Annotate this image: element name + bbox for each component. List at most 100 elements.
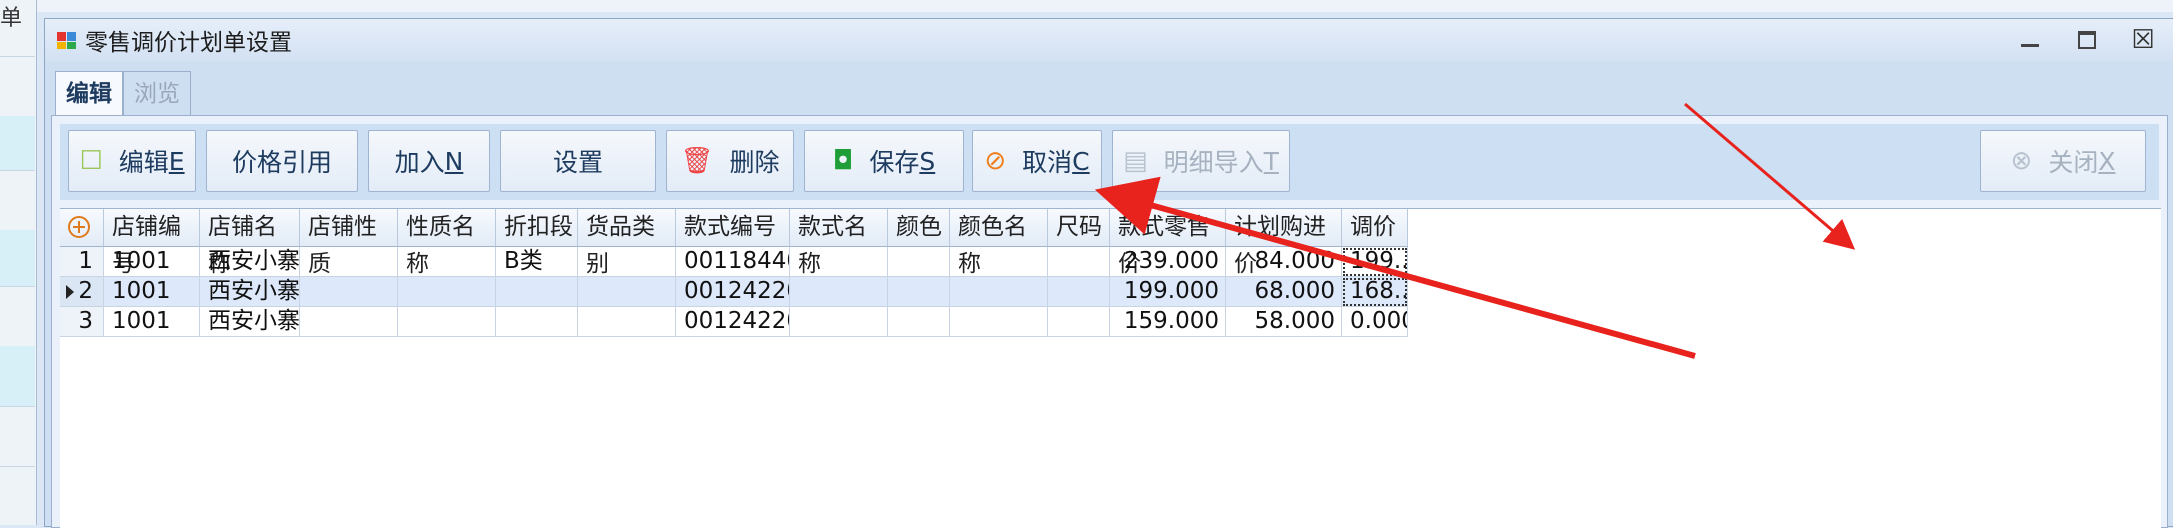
row-number[interactable]: 3 [60,307,104,337]
detail-import-label: 明细导入 [1163,148,1264,177]
column-header-store-code[interactable]: 店铺编号 [104,209,200,277]
cancel-label: 取消 [1022,148,1073,177]
cancel-button[interactable]: ⊘ 取消 C [972,130,1102,192]
cell-store-code[interactable]: 1001 [104,307,200,337]
grid-corner[interactable] [60,209,104,247]
cell-discount-band[interactable]: B类 [496,247,578,277]
cell-store-code[interactable]: 1001 [104,277,200,307]
cell-store-type[interactable] [300,307,398,337]
close-circle-icon: ⊗ [2010,146,2033,176]
add-label: 加入 [394,148,445,177]
edit-button[interactable]: ☐ 编辑 E [68,130,196,192]
cell-color[interactable] [888,307,950,337]
save-shortcut: S [919,146,936,176]
import-icon: ▤ [1123,146,1148,176]
minimize-icon[interactable] [2018,27,2044,53]
cell-price-adjust[interactable]: 0.000 [1342,307,1408,337]
cell-store-type[interactable] [300,247,398,277]
background-row [0,56,35,117]
cell-style-code[interactable]: 0011844004 [676,247,790,277]
column-header-goods-category[interactable]: 货品类别 [578,209,676,277]
edit-shortcut: E [168,146,185,176]
settings-label: 设置 [552,148,603,177]
cell-store-type[interactable] [300,277,398,307]
cell-discount-band[interactable] [496,277,578,307]
close-button[interactable]: ⊗ 关闭 X [1980,130,2146,192]
save-button[interactable]: ◘ 保存 S [804,130,964,192]
row-number[interactable]: 2 [60,277,104,307]
edit-icon: ☐ [79,146,103,176]
column-header-store-type[interactable]: 店铺性质 [300,209,398,277]
cell-retail-price[interactable]: 239.000 [1110,247,1226,277]
expand-icon[interactable] [68,216,90,238]
cell-style-code[interactable]: 0012422002 [676,307,790,337]
detail-grid: 店铺编号 店铺名称 店铺性质 性质名称 折扣段 货品类别 款式编号 款式名称 颜色 颜色名称 尺码款… [60,208,2161,528]
add-button[interactable]: 加入 N [368,130,490,192]
detail-import-button[interactable]: ▤ 明细导入 T [1112,130,1290,192]
column-header-planned-purchase-price[interactable]: 计划购进价 [1226,209,1342,277]
cell-store-code[interactable]: 1001 [104,247,200,277]
cancel-icon: ⊘ [984,146,1007,176]
row-number[interactable]: 1 [60,247,104,277]
cell-color-name[interactable] [950,247,1048,277]
background-row [0,346,35,407]
column-header-price-adjust[interactable]: 调价 [1342,209,1408,247]
column-header-type-name[interactable]: 性质名称 [398,209,496,277]
detail-import-shortcut: T [1263,146,1279,176]
cell-goods-category[interactable] [578,307,676,337]
cell-retail-price[interactable]: 199.000 [1110,277,1226,307]
column-header-color[interactable]: 颜色 [888,209,950,247]
column-header-retail-price[interactable]: 款式零售价 [1110,209,1226,277]
cell-size[interactable] [1048,247,1110,277]
cancel-shortcut: C [1072,146,1090,176]
column-header-size[interactable]: 尺码 [1048,209,1110,247]
delete-label: 删除 [729,148,780,177]
edit-label: 编辑 [118,148,169,177]
tab-edit[interactable]: 编辑 [55,71,123,116]
cell-price-adjust[interactable]: 199.... [1342,247,1408,277]
column-header-color-name[interactable]: 颜色名称 [950,209,1048,277]
cell-planned-purchase-price[interactable]: 68.000 [1226,277,1342,307]
delete-button[interactable]: 🗑 删除 [666,130,794,192]
cell-color[interactable] [888,247,950,277]
current-row-pointer-icon [66,285,74,299]
settings-button[interactable]: 设置 [500,130,656,192]
cell-store-name[interactable]: 西安小寨店 [200,247,300,277]
close-icon[interactable]: ☒ [2130,27,2156,53]
cell-planned-purchase-price[interactable]: 84.000 [1226,247,1342,277]
cell-color-name[interactable] [950,307,1048,337]
cell-style-code[interactable]: 0012422001 [676,277,790,307]
cell-goods-category[interactable] [578,247,676,277]
background-left-panel: 单 [0,0,37,525]
price-plan-window: 零售调价计划单设置 ☒ 编辑 浏览 ☐ 编辑 E 价格引用 加入 N 设置 🗑 … [44,18,2173,528]
price-reference-button[interactable]: 价格引用 [206,130,358,192]
close-shortcut: X [2098,146,2116,176]
cell-discount-band[interactable] [496,307,578,337]
cell-color-name[interactable] [950,277,1048,307]
cell-size[interactable] [1048,307,1110,337]
column-header-store-name[interactable]: 店铺名称 [200,209,300,277]
cell-color[interactable] [888,277,950,307]
cell-retail-price[interactable]: 159.000 [1110,307,1226,337]
cell-store-name[interactable]: 西安小寨店 [200,277,300,307]
tab-content: ☐ 编辑 E 价格引用 加入 N 设置 🗑 删除 ◘ 保存 S ⊘ 取消 C ▤… [51,115,2168,528]
title-bar[interactable]: 零售调价计划单设置 ☒ [45,19,2173,61]
cell-style-name[interactable] [790,307,888,337]
column-header-discount-band[interactable]: 折扣段 [496,209,578,247]
cell-style-name[interactable] [790,247,888,277]
cell-style-name[interactable] [790,277,888,307]
column-header-style-code[interactable]: 款式编号 [676,209,790,247]
background-row [0,286,35,347]
tab-browse[interactable]: 浏览 [123,71,191,116]
cell-size[interactable] [1048,277,1110,307]
cell-store-name[interactable]: 西安小寨店 [200,307,300,337]
price-reference-label: 价格引用 [231,148,332,177]
cell-type-name[interactable] [398,247,496,277]
cell-planned-purchase-price[interactable]: 58.000 [1226,307,1342,337]
cell-type-name[interactable] [398,307,496,337]
column-header-style-name[interactable]: 款式名称 [790,209,888,277]
cell-price-adjust[interactable]: 168.... [1342,277,1408,307]
cell-goods-category[interactable] [578,277,676,307]
maximize-icon[interactable] [2074,27,2100,53]
cell-type-name[interactable] [398,277,496,307]
